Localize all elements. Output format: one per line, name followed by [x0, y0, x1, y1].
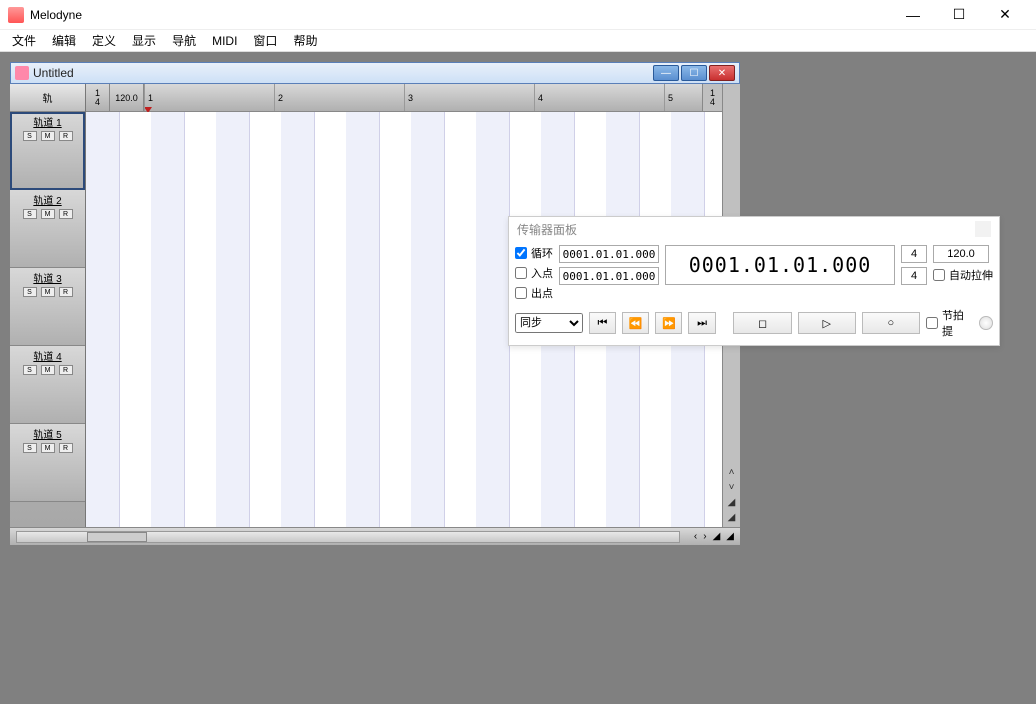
vzoom-in-icon[interactable]: ◢ [728, 497, 736, 508]
tempo-field[interactable]: 120.0 [933, 245, 989, 263]
solo-button[interactable]: S [23, 131, 37, 141]
mute-button[interactable]: M [41, 443, 55, 453]
hscroll-left-icon[interactable]: ‹ [694, 531, 697, 542]
tempo-display[interactable]: 120.0 [110, 84, 144, 111]
track-column: 轨 轨道 1SMR轨道 2SMR轨道 3SMR轨道 4SMR轨道 5SMR [10, 84, 86, 527]
track-4[interactable]: 轨道 4 SMR [10, 346, 85, 424]
workspace: Untitled — ☐ ✕ 轨 轨道 1SMR轨道 2SMR轨道 3SMR轨道… [0, 52, 1036, 704]
bar-label: 5 [664, 84, 673, 111]
transport-title: 传输器面板 [517, 221, 577, 238]
record-arm-button[interactable]: R [59, 209, 73, 219]
track-name: 轨道 4 [14, 348, 81, 363]
doc-minimize-button[interactable]: — [653, 65, 679, 81]
doc-close-button[interactable]: ✕ [709, 65, 735, 81]
maximize-button[interactable]: ☐ [936, 0, 982, 30]
track-3[interactable]: 轨道 3 SMR [10, 268, 85, 346]
loop-checkbox[interactable]: 循环 [515, 245, 553, 261]
mute-button[interactable]: M [41, 131, 55, 141]
loop-start-field[interactable]: 0001.01.01.000 [559, 245, 659, 263]
solo-button[interactable]: S [23, 287, 37, 297]
bar-label: 2 [274, 84, 283, 111]
close-button[interactable]: ✕ [982, 0, 1028, 30]
document-icon [15, 66, 29, 80]
app-title: Melodyne [30, 8, 890, 22]
track-name: 轨道 3 [14, 270, 81, 285]
transport-close-button[interactable] [975, 221, 991, 237]
position-display[interactable]: 0001.01.01.000 [665, 245, 895, 285]
bar-label: 3 [404, 84, 413, 111]
record-button[interactable]: ○ [862, 312, 920, 334]
app-icon [8, 7, 24, 23]
menu-file[interactable]: 文件 [12, 32, 36, 49]
in-checkbox[interactable]: 入点 [515, 265, 553, 281]
metronome-led-icon [979, 316, 993, 330]
track-name: 轨道 5 [14, 426, 81, 441]
mute-button[interactable]: M [41, 287, 55, 297]
forward-button[interactable]: ⏩ [655, 312, 682, 334]
menubar: 文件 编辑 定义 显示 导航 MIDI 窗口 帮助 [0, 30, 1036, 52]
minimize-button[interactable]: — [890, 0, 936, 30]
hzoom-out-icon[interactable]: ◢ [726, 531, 734, 542]
ruler[interactable]: 1 4 120.0 1 2 3 4 5 1 4 [86, 84, 722, 112]
document-title: Untitled [33, 66, 651, 80]
track-name: 轨道 2 [14, 192, 81, 207]
solo-button[interactable]: S [23, 443, 37, 453]
mute-button[interactable]: M [41, 209, 55, 219]
timesig-denominator-field[interactable]: 4 [901, 267, 927, 285]
document-titlebar[interactable]: Untitled — ☐ ✕ [10, 62, 740, 84]
loop-end-field[interactable]: 0001.01.01.000 [559, 267, 659, 285]
mute-button[interactable]: M [41, 365, 55, 375]
track-header: 轨 [10, 84, 85, 112]
out-checkbox[interactable]: 出点 [515, 285, 553, 301]
vscroll-up-icon[interactable]: ˄ [729, 467, 735, 478]
menu-window[interactable]: 窗口 [253, 32, 277, 49]
metronome-checkbox[interactable]: 节拍提 [926, 307, 973, 339]
doc-maximize-button[interactable]: ☐ [681, 65, 707, 81]
horizontal-scrollbar[interactable] [16, 531, 680, 543]
vzoom-out-icon[interactable]: ◢ [728, 512, 736, 523]
track-name: 轨道 1 [14, 114, 81, 129]
record-arm-button[interactable]: R [59, 131, 73, 141]
transport-header[interactable]: 传输器面板 [509, 217, 999, 241]
solo-button[interactable]: S [23, 365, 37, 375]
track-2[interactable]: 轨道 2 SMR [10, 190, 85, 268]
timesig-right[interactable]: 1 4 [702, 84, 722, 111]
track-1[interactable]: 轨道 1 SMR [10, 112, 85, 190]
vscroll-down-icon[interactable]: ˅ [729, 482, 735, 493]
record-arm-button[interactable]: R [59, 365, 73, 375]
rewind-button[interactable]: ⏪ [622, 312, 649, 334]
play-button[interactable]: ▷ [798, 312, 856, 334]
track-5[interactable]: 轨道 5 SMR [10, 424, 85, 502]
skip-end-button[interactable]: ⏭ [688, 312, 715, 334]
menu-view[interactable]: 显示 [132, 32, 156, 49]
transport-panel[interactable]: 传输器面板 循环 入点 出点 0001.01.01.000 0001.01.01… [508, 216, 1000, 346]
menu-define[interactable]: 定义 [92, 32, 116, 49]
menu-midi[interactable]: MIDI [212, 34, 237, 48]
solo-button[interactable]: S [23, 209, 37, 219]
bar-label: 1 [144, 84, 153, 111]
menu-help[interactable]: 帮助 [293, 32, 317, 49]
autostretch-checkbox[interactable]: 自动拉伸 [933, 267, 993, 283]
record-arm-button[interactable]: R [59, 287, 73, 297]
menu-edit[interactable]: 编辑 [52, 32, 76, 49]
timesig[interactable]: 1 4 [86, 84, 110, 111]
document-statusbar: ‹ › ◢ ◢ [10, 527, 740, 545]
bar-label: 4 [534, 84, 543, 111]
skip-start-button[interactable]: ⏮ [589, 312, 616, 334]
main-titlebar: Melodyne — ☐ ✕ [0, 0, 1036, 30]
hscroll-right-icon[interactable]: › [703, 531, 706, 542]
sync-select[interactable]: 同步 [515, 313, 583, 333]
hzoom-in-icon[interactable]: ◢ [713, 531, 721, 542]
scrollbar-thumb[interactable] [87, 532, 147, 542]
stop-button[interactable]: ◻ [733, 312, 791, 334]
bar-ruler[interactable]: 1 2 3 4 5 [144, 84, 702, 111]
record-arm-button[interactable]: R [59, 443, 73, 453]
menu-navigate[interactable]: 导航 [172, 32, 196, 49]
timesig-numerator-field[interactable]: 4 [901, 245, 927, 263]
